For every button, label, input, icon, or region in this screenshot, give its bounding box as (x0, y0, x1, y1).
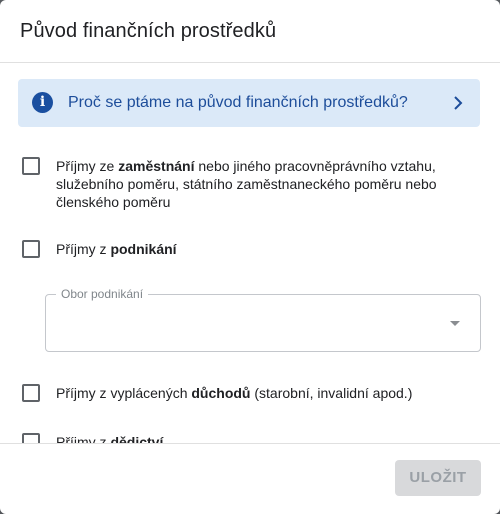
option-employment-label: Příjmy ze zaměstnání nebo jiného pracovn… (56, 158, 437, 210)
footer-divider (0, 443, 500, 444)
dialog-title: Původ finančních prostředků (20, 20, 277, 42)
info-banner[interactable]: i Proč se ptáme na původ finančních pros… (18, 79, 480, 127)
option-inheritance-label: Příjmy z dědictví (56, 434, 164, 443)
business-field-label: Obor podnikání (56, 287, 149, 301)
source-of-funds-dialog: Původ finančních prostředků i Proč se pt… (0, 0, 500, 514)
dropdown-arrow-icon[interactable] (450, 321, 460, 326)
checkbox-inheritance[interactable] (22, 433, 40, 443)
checkbox-business[interactable] (22, 240, 40, 258)
info-banner-text: Proč se ptáme na původ finančních prostř… (68, 94, 408, 111)
checkbox-pension[interactable] (22, 384, 40, 402)
checkbox-employment[interactable] (22, 157, 40, 175)
save-button[interactable]: ULOŽIT (395, 460, 481, 496)
dialog-content[interactable]: i Proč se ptáme na původ finančních pros… (0, 63, 500, 443)
chevron-right-icon (454, 96, 463, 110)
info-icon: i (32, 92, 53, 113)
option-pension-label: Příjmy z vyplácených důchodů (starobní, … (56, 385, 413, 401)
option-business-label: Příjmy z podnikání (56, 241, 177, 257)
business-field-select[interactable]: Obor podnikání (45, 287, 481, 352)
